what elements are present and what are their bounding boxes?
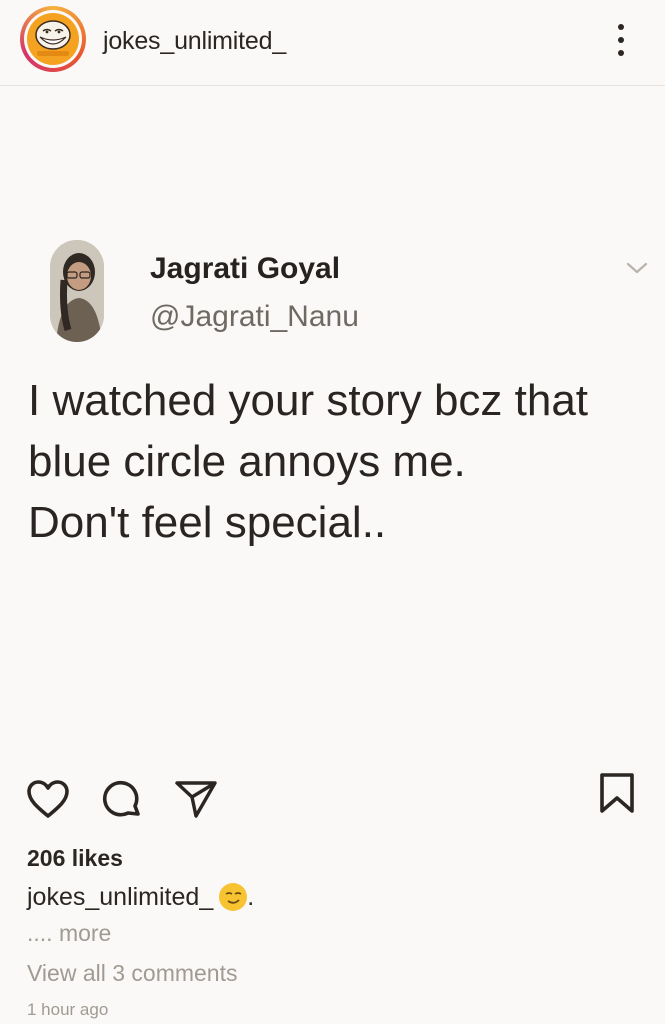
heart-icon[interactable] xyxy=(25,778,71,820)
post-caption: jokes_unlimited_. xyxy=(27,883,254,912)
bookmark-icon[interactable] xyxy=(598,772,636,814)
chevron-down-icon xyxy=(626,262,648,274)
profile-avatar[interactable] xyxy=(20,6,86,72)
more-vertical-icon[interactable] xyxy=(606,22,636,58)
instagram-post: jokes_unlimited_ Jagrati Goyal @Jagrati_… xyxy=(0,0,665,1024)
send-icon[interactable] xyxy=(174,778,218,820)
view-comments-link[interactable]: View all 3 comments xyxy=(27,960,238,987)
tweet-text: I watched your story bcz that blue circl… xyxy=(28,370,648,553)
tweet-line: blue circle annoys me. xyxy=(28,437,466,486)
caption-username[interactable]: jokes_unlimited_ xyxy=(27,883,213,911)
caption-end: . xyxy=(247,883,255,911)
tweet-author-name: Jagrati Goyal xyxy=(150,252,341,285)
smirk-emoji-icon xyxy=(219,883,248,911)
tweet-line: I watched your story bcz that xyxy=(28,376,589,425)
post-timestamp: 1 hour ago xyxy=(27,1000,109,1019)
post-username[interactable]: jokes_unlimited_ xyxy=(103,27,286,56)
likes-count[interactable]: 206 likes xyxy=(27,845,123,872)
tweet-line: Don't feel special.. xyxy=(28,498,387,547)
tweet-author-handle: @Jagrati_Nanu xyxy=(150,300,359,333)
post-header: jokes_unlimited_ xyxy=(0,0,665,86)
troll-face-logo xyxy=(27,13,79,65)
comment-icon[interactable] xyxy=(100,778,144,822)
tweet-author-avatar xyxy=(50,240,104,342)
caption-more-link[interactable]: .... more xyxy=(27,920,111,947)
